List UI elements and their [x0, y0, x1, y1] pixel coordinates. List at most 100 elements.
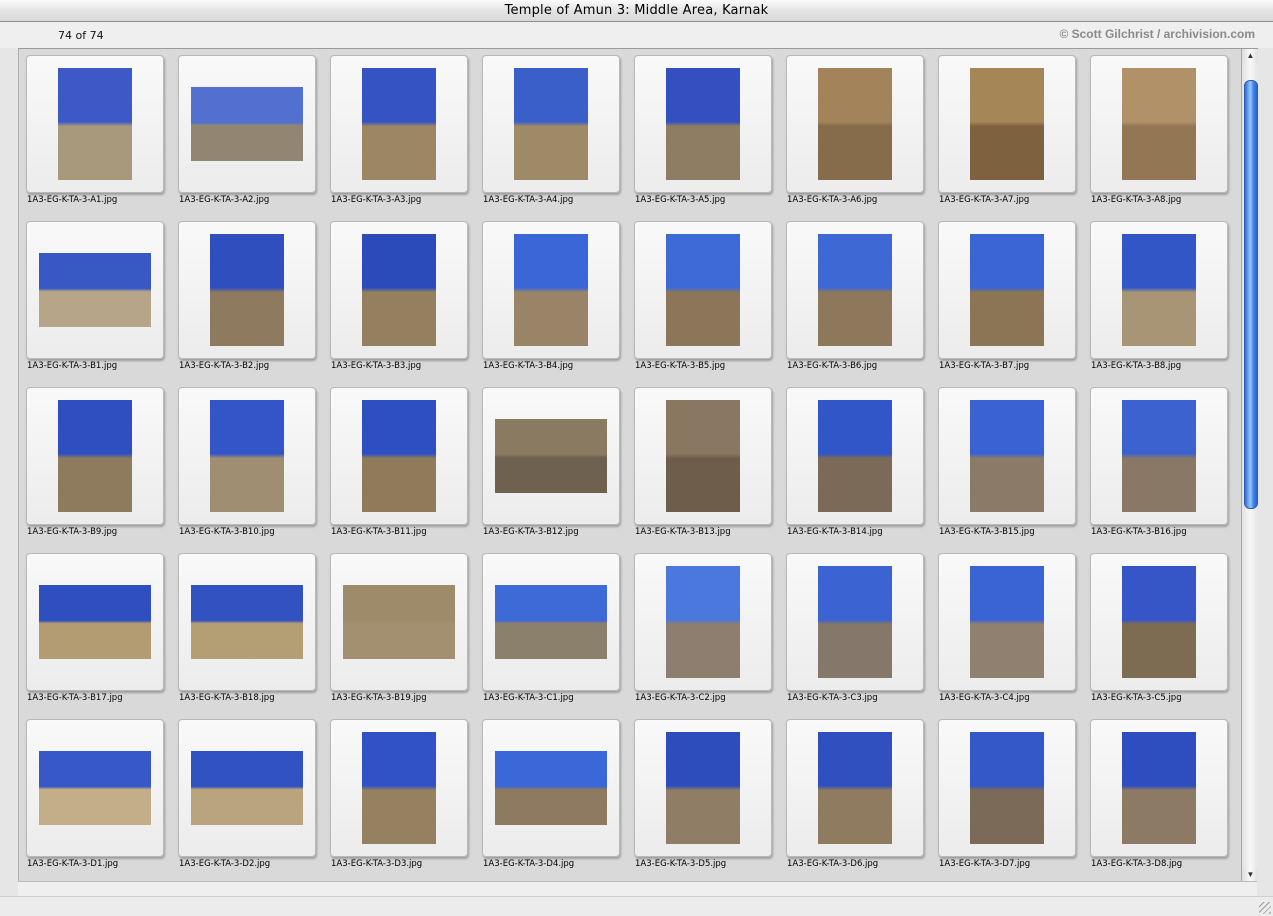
thumbnail-image[interactable] — [39, 585, 151, 659]
thumbnail-card[interactable] — [178, 719, 316, 857]
thumbnail-card[interactable] — [786, 387, 924, 525]
thumbnail-item[interactable]: 1A3-EG-K-TA-3-D8.jpg — [1083, 713, 1235, 877]
thumbnail-card[interactable] — [938, 719, 1076, 857]
scroll-down-arrow-icon[interactable]: ▼ — [1242, 868, 1258, 882]
thumbnail-card[interactable] — [482, 55, 620, 193]
vertical-scrollbar[interactable]: ▲ ▼ — [1241, 49, 1258, 882]
thumbnail-item[interactable]: 1A3-EG-K-TA-3-B6.jpg — [779, 215, 931, 379]
thumbnail-item[interactable]: 1A3-EG-K-TA-3-B7.jpg — [931, 215, 1083, 379]
thumbnail-image[interactable] — [818, 68, 892, 180]
thumbnail-image[interactable] — [58, 68, 132, 180]
thumbnail-item[interactable]: 1A3-EG-K-TA-3-B10.jpg — [171, 381, 323, 545]
thumbnail-card[interactable] — [1090, 553, 1228, 691]
thumbnail-item[interactable]: 1A3-EG-K-TA-3-B12.jpg — [475, 381, 627, 545]
thumbnail-image[interactable] — [1122, 732, 1196, 844]
thumbnail-item[interactable]: 1A3-EG-K-TA-3-C2.jpg — [627, 547, 779, 711]
thumbnail-item[interactable]: 1A3-EG-K-TA-3-C3.jpg — [779, 547, 931, 711]
thumbnail-card[interactable] — [482, 387, 620, 525]
thumbnail-item[interactable]: 1A3-EG-K-TA-3-B13.jpg — [627, 381, 779, 545]
thumbnail-image[interactable] — [343, 585, 455, 659]
thumbnail-card[interactable] — [482, 553, 620, 691]
thumbnail-image[interactable] — [191, 87, 303, 161]
thumbnail-item[interactable]: 1A3-EG-K-TA-3-A2.jpg — [171, 49, 323, 213]
thumbnail-image[interactable] — [39, 253, 151, 327]
thumbnail-item[interactable]: 1A3-EG-K-TA-3-B3.jpg — [323, 215, 475, 379]
thumbnail-card[interactable] — [634, 719, 772, 857]
thumbnail-item[interactable]: 1A3-EG-K-TA-3-D5.jpg — [627, 713, 779, 877]
thumbnail-item[interactable]: 1A3-EG-K-TA-3-D6.jpg — [779, 713, 931, 877]
thumbnail-item[interactable]: 1A3-EG-K-TA-3-B16.jpg — [1083, 381, 1235, 545]
thumbnail-card[interactable] — [938, 55, 1076, 193]
thumbnail-item[interactable]: 1A3-EG-K-TA-3-B5.jpg — [627, 215, 779, 379]
thumbnail-card[interactable] — [330, 387, 468, 525]
thumbnail-image[interactable] — [818, 732, 892, 844]
thumbnail-item[interactable]: 1A3-EG-K-TA-3-D4.jpg — [475, 713, 627, 877]
thumbnail-item[interactable]: 1A3-EG-K-TA-3-B2.jpg — [171, 215, 323, 379]
thumbnail-image[interactable] — [495, 419, 607, 493]
thumbnail-image[interactable] — [1122, 68, 1196, 180]
thumbnail-image[interactable] — [970, 732, 1044, 844]
thumbnail-card[interactable] — [178, 387, 316, 525]
thumbnail-image[interactable] — [666, 566, 740, 678]
thumbnail-item[interactable]: 1A3-EG-K-TA-3-B19.jpg — [323, 547, 475, 711]
thumbnail-image[interactable] — [818, 234, 892, 346]
thumbnail-image[interactable] — [495, 585, 607, 659]
thumbnail-card[interactable] — [786, 221, 924, 359]
thumbnail-image[interactable] — [666, 68, 740, 180]
scroll-up-arrow-icon[interactable]: ▲ — [1242, 49, 1258, 63]
thumbnail-image[interactable] — [970, 234, 1044, 346]
thumbnail-card[interactable] — [634, 553, 772, 691]
thumbnail-card[interactable] — [26, 553, 164, 691]
thumbnail-item[interactable]: 1A3-EG-K-TA-3-B9.jpg — [19, 381, 171, 545]
thumbnail-item[interactable]: 1A3-EG-K-TA-3-B1.jpg — [19, 215, 171, 379]
thumbnail-card[interactable] — [1090, 387, 1228, 525]
thumbnail-card[interactable] — [482, 221, 620, 359]
thumbnail-card[interactable] — [786, 553, 924, 691]
thumbnail-image[interactable] — [666, 732, 740, 844]
thumbnail-card[interactable] — [634, 387, 772, 525]
thumbnail-card[interactable] — [26, 387, 164, 525]
thumbnail-image[interactable] — [1122, 234, 1196, 346]
thumbnail-image[interactable] — [514, 234, 588, 346]
thumbnail-image[interactable] — [39, 751, 151, 825]
thumbnail-image[interactable] — [495, 751, 607, 825]
thumbnail-item[interactable]: 1A3-EG-K-TA-3-C4.jpg — [931, 547, 1083, 711]
thumbnail-image[interactable] — [970, 68, 1044, 180]
thumbnail-item[interactable]: 1A3-EG-K-TA-3-A5.jpg — [627, 49, 779, 213]
thumbnail-item[interactable]: 1A3-EG-K-TA-3-A7.jpg — [931, 49, 1083, 213]
thumbnail-image[interactable] — [818, 566, 892, 678]
thumbnail-image[interactable] — [58, 400, 132, 512]
thumbnail-image[interactable] — [514, 68, 588, 180]
thumbnail-image[interactable] — [818, 400, 892, 512]
thumbnail-card[interactable] — [178, 221, 316, 359]
thumbnail-item[interactable]: 1A3-EG-K-TA-3-B15.jpg — [931, 381, 1083, 545]
thumbnail-item[interactable]: 1A3-EG-K-TA-3-D2.jpg — [171, 713, 323, 877]
thumbnail-card[interactable] — [786, 719, 924, 857]
thumbnail-viewport[interactable]: 1A3-EG-K-TA-3-A1.jpg 1A3-EG-K-TA-3-A2.jpg… — [18, 48, 1258, 882]
thumbnail-image[interactable] — [1122, 566, 1196, 678]
thumbnail-image[interactable] — [191, 585, 303, 659]
thumbnail-card[interactable] — [330, 553, 468, 691]
thumbnail-image[interactable] — [362, 732, 436, 844]
thumbnail-item[interactable]: 1A3-EG-K-TA-3-D7.jpg — [931, 713, 1083, 877]
thumbnail-card[interactable] — [26, 719, 164, 857]
thumbnail-card[interactable] — [786, 55, 924, 193]
thumbnail-item[interactable]: 1A3-EG-K-TA-3-B18.jpg — [171, 547, 323, 711]
thumbnail-image[interactable] — [970, 566, 1044, 678]
thumbnail-card[interactable] — [26, 221, 164, 359]
thumbnail-card[interactable] — [330, 221, 468, 359]
thumbnail-card[interactable] — [938, 221, 1076, 359]
resize-grip-icon[interactable] — [1259, 902, 1271, 914]
thumbnail-card[interactable] — [634, 221, 772, 359]
thumbnail-image[interactable] — [210, 234, 284, 346]
horizontal-scroll-track[interactable] — [18, 881, 1257, 897]
thumbnail-image[interactable] — [362, 68, 436, 180]
scroll-thumb[interactable] — [1244, 80, 1258, 509]
thumbnail-image[interactable] — [362, 234, 436, 346]
thumbnail-card[interactable] — [482, 719, 620, 857]
thumbnail-item[interactable]: 1A3-EG-K-TA-3-A6.jpg — [779, 49, 931, 213]
thumbnail-card[interactable] — [1090, 221, 1228, 359]
thumbnail-image[interactable] — [1122, 400, 1196, 512]
thumbnail-item[interactable]: 1A3-EG-K-TA-3-D3.jpg — [323, 713, 475, 877]
thumbnail-image[interactable] — [191, 751, 303, 825]
